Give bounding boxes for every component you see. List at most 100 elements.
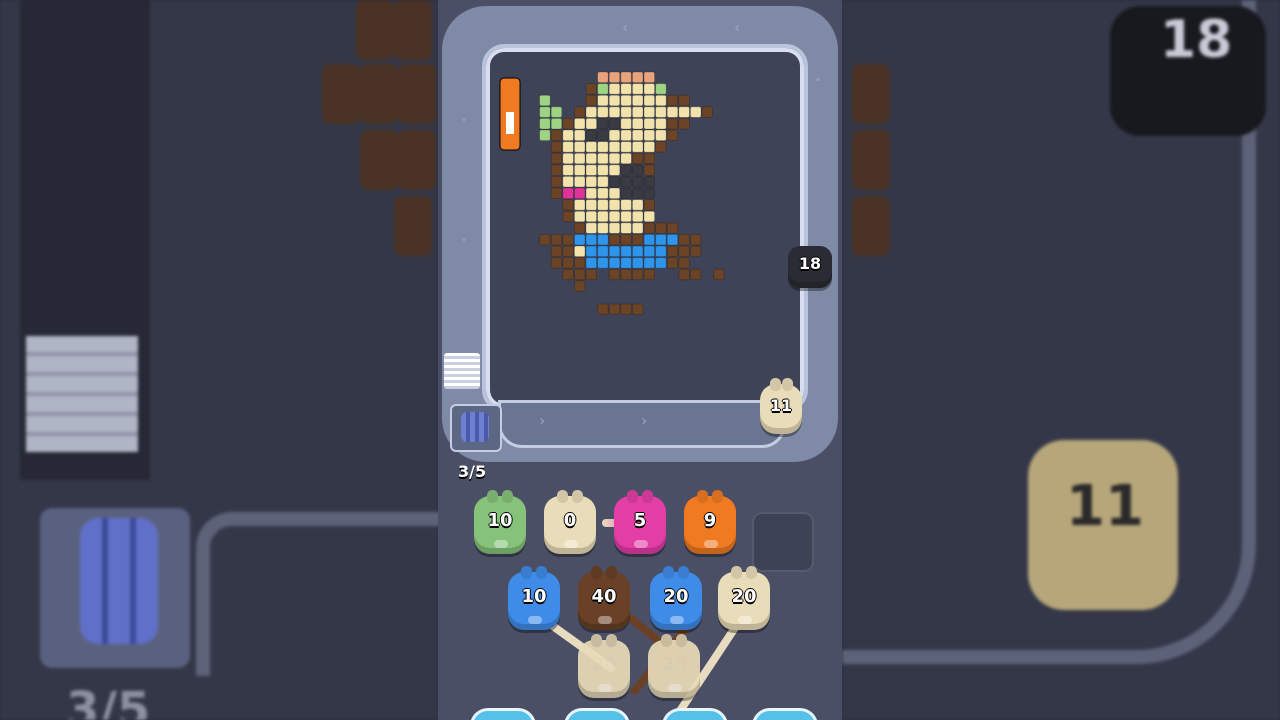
pixel-block <box>608 233 621 246</box>
pixel-block <box>620 268 632 281</box>
bottom-button[interactable] <box>752 708 818 720</box>
bottom-button[interactable] <box>470 708 536 720</box>
pixel-block <box>562 199 574 211</box>
pixel-block <box>562 141 574 153</box>
background-counter-left: 3/5 <box>66 682 151 720</box>
pixel-block <box>631 175 644 188</box>
waiting-pig[interactable]: 18 <box>788 246 832 288</box>
pixel-block <box>620 141 632 153</box>
pixel-block <box>597 257 609 269</box>
pixel-block <box>562 268 574 281</box>
pixel-block <box>550 152 563 165</box>
pixel-block <box>597 303 609 316</box>
bottom-button[interactable] <box>564 708 630 720</box>
pixel-block <box>597 106 609 118</box>
pixel-block <box>562 210 574 223</box>
pixel-block <box>620 199 632 211</box>
row-pig-count: 10 <box>521 586 547 607</box>
moving-pig: 11 <box>760 378 802 434</box>
pixel-block <box>585 245 598 258</box>
pixel-block <box>631 141 644 153</box>
pixel-block <box>678 245 690 258</box>
pixel-block <box>562 129 574 142</box>
row-pig[interactable]: 20 <box>650 566 702 630</box>
pixel-block <box>620 94 632 107</box>
pixel-block <box>585 94 598 107</box>
pixel-block <box>631 268 644 281</box>
pixel-block <box>666 233 679 246</box>
pixel-block <box>631 83 644 95</box>
pixel-block <box>550 257 563 269</box>
pixel-block <box>655 106 667 118</box>
pixel-block <box>620 152 632 165</box>
pixel-block <box>585 83 598 95</box>
pixel-block <box>608 71 621 84</box>
pixel-block <box>597 83 609 95</box>
pixel-block <box>585 106 598 118</box>
background-block <box>360 64 398 124</box>
pixel-block <box>585 210 598 223</box>
pixel-block <box>666 222 679 234</box>
pixel-block <box>550 187 563 200</box>
game-screen: ‹ ‹ ˆ ˇ ˇ › › 3/5 18 11 10 0 5 9 10 40 20 20 20 2… <box>438 0 842 720</box>
plate-stack <box>444 353 480 389</box>
pixel-block <box>620 257 632 269</box>
bottom-button[interactable] <box>662 708 728 720</box>
pixel-block <box>666 129 679 142</box>
queue-pig[interactable]: 5 <box>614 490 666 554</box>
pixel-block <box>574 210 586 223</box>
pixel-block <box>562 245 574 258</box>
queue-pig-count: 10 <box>487 510 513 531</box>
pixel-block <box>550 233 563 246</box>
pixel-block <box>655 257 667 269</box>
pixel-block <box>643 222 656 234</box>
pixel-block <box>539 94 551 107</box>
pixel-block <box>562 187 574 200</box>
pixel-block <box>655 222 667 234</box>
pixel-block <box>608 106 621 118</box>
pixel-block <box>713 268 725 281</box>
pixel-block <box>620 187 632 200</box>
queue-pig[interactable]: 0 <box>544 490 596 554</box>
pixel-block <box>678 106 690 118</box>
row-pig[interactable]: 20 <box>718 566 770 630</box>
pixel-block <box>666 245 679 258</box>
pixel-block <box>643 118 656 130</box>
background-block <box>322 64 360 124</box>
pixel-block <box>655 118 667 130</box>
pixel-block <box>574 233 586 246</box>
pixel-block <box>689 106 702 118</box>
pixel-block <box>574 175 586 188</box>
pixel-block <box>574 280 586 292</box>
pixel-block <box>643 245 656 258</box>
pixel-block <box>539 118 551 130</box>
pixel-block <box>643 94 656 107</box>
pixel-block <box>620 118 632 130</box>
queue-pig[interactable]: 9 <box>684 490 736 554</box>
row-pig[interactable]: 40 <box>578 566 630 630</box>
pixel-block <box>597 141 609 153</box>
spool-icon <box>461 412 489 442</box>
pixel-block <box>597 222 609 234</box>
pixel-block <box>585 164 598 176</box>
pixel-block <box>620 164 632 176</box>
pixel-block <box>643 141 656 153</box>
pixel-block <box>631 164 644 176</box>
pixel-block <box>574 141 586 153</box>
pixel-block <box>666 106 679 118</box>
queue-pig[interactable]: 10 <box>474 490 526 554</box>
background-block <box>398 130 436 190</box>
pixel-block <box>608 175 621 188</box>
row-pig-count: 20 <box>663 586 689 607</box>
pixel-block <box>597 245 609 258</box>
pixel-block <box>597 233 609 246</box>
pixel-block <box>550 129 563 142</box>
pixel-block <box>608 164 621 176</box>
pixel-block <box>689 233 702 246</box>
pixel-block <box>574 257 586 269</box>
pixel-block <box>678 268 690 281</box>
row-pig[interactable]: 10 <box>508 566 560 630</box>
pixel-block <box>689 245 702 258</box>
pixel-block <box>585 233 598 246</box>
moving-pig-count: 11 <box>769 396 793 415</box>
